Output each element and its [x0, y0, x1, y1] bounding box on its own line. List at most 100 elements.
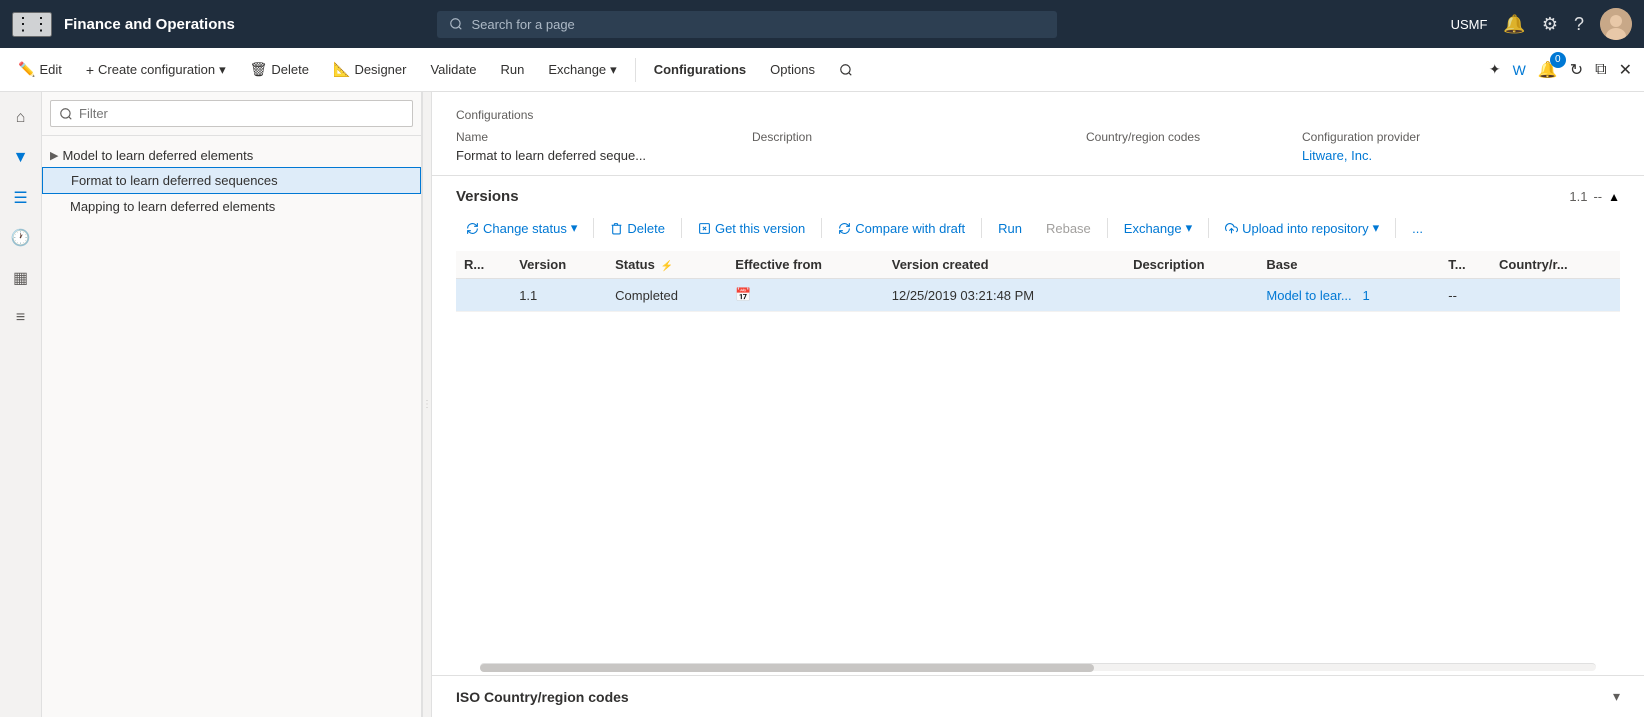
avatar[interactable] — [1600, 8, 1632, 40]
search-input[interactable] — [471, 17, 1045, 32]
search-icon — [839, 63, 853, 77]
tree-child-mapping-label: Mapping to learn deferred elements — [70, 199, 275, 214]
create-icon: + — [86, 62, 94, 78]
upload-into-repository-button[interactable]: Upload into repository ▾ — [1215, 215, 1389, 241]
configurations-button[interactable]: Configurations — [644, 56, 756, 83]
config-col-name: Name Format to learn deferred seque... — [456, 130, 736, 163]
versions-collapse-icon[interactable]: ▲ — [1608, 190, 1620, 204]
col-header-description: Description — [1125, 251, 1258, 279]
sidebar-grid-icon[interactable]: ▦ — [3, 260, 39, 296]
cell-r — [456, 279, 511, 312]
versions-toolbar: Change status ▾ Delete Get this version — [456, 215, 1620, 241]
app-grid-icon[interactable]: ⋮⋮ — [12, 12, 52, 37]
versions-delete-button[interactable]: Delete — [600, 216, 675, 241]
vtb-sep-3 — [821, 218, 822, 238]
tree-child-format-label: Format to learn deferred sequences — [71, 173, 278, 188]
top-navigation: ⋮⋮ Finance and Operations USMF 🔔 ⚙ ? — [0, 0, 1644, 48]
horizontal-scrollbar[interactable] — [480, 663, 1596, 671]
versions-table: R... Version Status ⚡ Effective from Ver… — [456, 251, 1620, 312]
sidebar-list-active-icon[interactable]: ☰ — [3, 180, 39, 216]
compare-icon — [838, 222, 851, 235]
tree-filter-input[interactable] — [50, 100, 413, 127]
tree-parent-node[interactable]: ▶ Model to learn deferred elements — [42, 144, 421, 167]
sidebar-home-icon[interactable]: ⌂ — [3, 100, 39, 136]
table-row[interactable]: 1.1 Completed 📅 12/25/2019 03:21:48 PM M… — [456, 279, 1620, 312]
rebase-button: Rebase — [1036, 216, 1101, 241]
get-this-version-button[interactable]: Get this version — [688, 216, 815, 241]
help-icon[interactable]: ? — [1574, 14, 1584, 35]
iso-collapse-icon[interactable]: ▾ — [1613, 688, 1620, 705]
config-col-provider: Configuration provider Litware, Inc. — [1302, 130, 1620, 163]
sidebar-filter-icon[interactable]: ▼ — [3, 140, 39, 176]
config-provider-value[interactable]: Litware, Inc. — [1302, 148, 1372, 163]
close-icon[interactable]: ✕ — [1615, 56, 1636, 84]
edit-button[interactable]: ✏️ Edit — [8, 55, 72, 84]
get-version-icon — [698, 222, 711, 235]
versions-separator: -- — [1593, 189, 1602, 204]
vtb-sep-7 — [1395, 218, 1396, 238]
base-link-number[interactable]: 1 — [1363, 288, 1370, 303]
sidebar-clock-icon[interactable]: 🕐 — [3, 220, 39, 256]
exchange-dropdown-icon: ▾ — [610, 62, 617, 78]
sidebar-bulletlist-icon[interactable]: ≡ — [3, 300, 39, 336]
configurations-label: Configurations — [456, 108, 1620, 122]
versions-meta: 1.1 -- ▲ — [1569, 189, 1620, 204]
compare-with-draft-button[interactable]: Compare with draft — [828, 216, 975, 241]
validate-button[interactable]: Validate — [420, 56, 486, 83]
window-restore-icon[interactable]: ⧉ — [1591, 57, 1610, 83]
versions-run-button[interactable]: Run — [988, 216, 1032, 241]
create-configuration-button[interactable]: + Create configuration ▾ — [76, 56, 236, 84]
options-button[interactable]: Options — [760, 56, 825, 83]
sidebar: ⌂ ▼ ☰ 🕐 ▦ ≡ — [0, 92, 42, 717]
designer-icon: 📐 — [333, 61, 350, 78]
exchange-button[interactable]: Exchange ▾ — [538, 56, 626, 84]
config-name-value: Format to learn deferred seque... — [456, 148, 736, 163]
run-button[interactable]: Run — [490, 56, 534, 83]
collapse-handle[interactable]: ⋮ — [422, 92, 432, 717]
change-status-button[interactable]: Change status ▾ — [456, 215, 587, 241]
calendar-icon[interactable]: 📅 — [735, 287, 751, 302]
designer-button[interactable]: 📐 Designer — [323, 55, 416, 84]
more-options-button[interactable]: ... — [1402, 216, 1433, 241]
notification-cmd-icon[interactable]: 🔔 0 — [1534, 56, 1562, 84]
config-name-header: Name — [456, 130, 736, 144]
configurations-columns: Name Format to learn deferred seque... D… — [456, 130, 1620, 163]
delete-button[interactable]: 🗑 Delete — [240, 55, 319, 84]
notification-icon[interactable]: 🔔 — [1503, 14, 1525, 35]
cell-effective-from: 📅 — [727, 279, 883, 312]
upload-dropdown-icon: ▾ — [1373, 220, 1380, 236]
cell-description — [1125, 279, 1258, 312]
tree-panel: ▶ Model to learn deferred elements Forma… — [42, 92, 422, 717]
col-header-version: Version — [511, 251, 607, 279]
user-label: USMF — [1451, 17, 1488, 32]
base-link[interactable]: Model to lear... — [1266, 288, 1351, 303]
change-status-dropdown-icon: ▾ — [571, 220, 578, 236]
search-bar[interactable] — [437, 11, 1057, 38]
cell-base: Model to lear... 1 — [1258, 279, 1440, 312]
tree-filter-area — [42, 92, 421, 136]
col-header-r: R... — [456, 251, 511, 279]
tree-child-format[interactable]: Format to learn deferred sequences — [42, 167, 421, 194]
vtb-sep-4 — [981, 218, 982, 238]
configurations-header: Configurations Name Format to learn defe… — [432, 92, 1644, 176]
office-icon[interactable]: W — [1509, 58, 1530, 82]
search-bar-icon — [449, 17, 463, 31]
scroll-thumb[interactable] — [480, 664, 1094, 672]
col-header-status: Status ⚡ — [607, 251, 727, 279]
tree-child-mapping[interactable]: Mapping to learn deferred elements — [42, 194, 421, 219]
refresh-icon[interactable]: ↻ — [1566, 56, 1587, 84]
versions-exchange-button[interactable]: Exchange ▾ — [1114, 215, 1202, 241]
sparkle-icon[interactable]: ✦ — [1485, 57, 1505, 82]
status-filter-icon[interactable]: ⚡ — [660, 261, 672, 272]
search-command-icon[interactable] — [829, 57, 863, 83]
settings-icon[interactable]: ⚙ — [1542, 14, 1558, 35]
col-header-version-created: Version created — [884, 251, 1125, 279]
versions-header: Versions 1.1 -- ▲ — [456, 188, 1620, 205]
create-dropdown-icon: ▾ — [219, 62, 226, 78]
vtb-sep-2 — [681, 218, 682, 238]
cell-version-created: 12/25/2019 03:21:48 PM — [884, 279, 1125, 312]
versions-section: Versions 1.1 -- ▲ Change status ▾ — [432, 176, 1644, 659]
content-area: Configurations Name Format to learn defe… — [432, 92, 1644, 717]
command-bar: ✏️ Edit + Create configuration ▾ 🗑 Delet… — [0, 48, 1644, 92]
edit-icon: ✏️ — [18, 61, 35, 78]
